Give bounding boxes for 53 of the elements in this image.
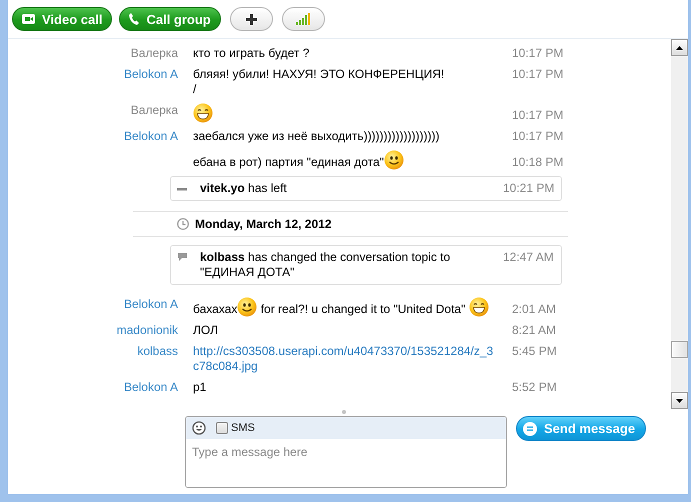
message-text: кто то играть будет ? <box>193 46 310 61</box>
event-time: 12:47 AM <box>503 250 555 266</box>
message-text: for real?! u changed it to "United Dota" <box>260 302 466 317</box>
sender-name: Валерка <box>130 46 178 61</box>
message-time: 5:52 PM <box>512 380 558 395</box>
message-text: бляяя! убили! НАХУЯ! ЭТО КОНФЕРЕНЦИЯ! / <box>193 67 444 97</box>
scroll-up-icon <box>676 46 683 50</box>
resize-grip[interactable] <box>342 410 346 414</box>
message-time: 5:45 PM <box>512 344 558 359</box>
message-time: 10:17 PM <box>512 129 564 144</box>
phone-icon <box>129 13 140 25</box>
smiling-face-icon <box>384 150 404 170</box>
signal-bars-icon <box>296 13 310 25</box>
date-heading: Monday, March 12, 2012 <box>195 217 332 231</box>
call-group-button[interactable]: Call group <box>119 7 221 31</box>
plus-icon <box>246 14 257 24</box>
sender-name: Belokon A <box>122 297 178 313</box>
sender-name: Belokon A <box>122 380 178 395</box>
message-text: ебана в рот) партия "единая дота" <box>193 155 384 170</box>
call-quality-button[interactable] <box>282 7 325 31</box>
smiley-icon[interactable] <box>192 421 206 435</box>
message-time: 2:01 AM <box>512 302 558 317</box>
message-time: 10:17 PM <box>512 108 564 123</box>
message-text: p1 <box>193 380 206 395</box>
scrollbar-thumb[interactable] <box>671 341 688 358</box>
scrollbar[interactable] <box>671 39 688 409</box>
event-text: kolbass has changed the conversation topic to "ЕДИНАЯ ДОТА" <box>200 250 452 280</box>
message-time: 10:18 PM <box>512 155 564 170</box>
grinning-face-icon <box>468 297 489 317</box>
video-camera-icon <box>22 14 35 24</box>
video-call-button[interactable]: Video call <box>12 7 112 31</box>
message-text: ЛОЛ <box>193 323 218 338</box>
event-text: vitek.yo has left <box>200 181 288 196</box>
clock-icon <box>177 218 189 230</box>
sender-name: kolbass <box>136 344 178 360</box>
event-time: 10:21 PM <box>503 181 555 196</box>
smiling-face-icon <box>237 297 258 317</box>
sender-name: Валерка <box>130 103 178 119</box>
message-text: бахахах <box>193 302 238 317</box>
send-message-button[interactable]: Send message <box>516 416 646 441</box>
message-time: 8:21 AM <box>512 323 558 338</box>
message-time: 10:17 PM <box>512 67 564 82</box>
message-time: 10:17 PM <box>512 46 564 61</box>
message-link[interactable]: http://cs303508.userapi.com/u40473370/153521284/z_3c78c084.jpg <box>193 344 497 374</box>
sender-name: Belokon A <box>122 67 178 83</box>
message-composer[interactable]: SMS Type a message here <box>185 416 507 488</box>
sms-checkbox[interactable]: SMS <box>216 422 255 434</box>
grinning-face-icon <box>193 103 213 123</box>
sender-name: Belokon A <box>122 129 178 144</box>
message-text: заебался уже из неё выходить))))))))))))))))))) <box>193 129 440 144</box>
scroll-down-icon <box>676 398 683 402</box>
add-button[interactable] <box>230 7 273 31</box>
sender-name: madonionik <box>116 323 178 338</box>
